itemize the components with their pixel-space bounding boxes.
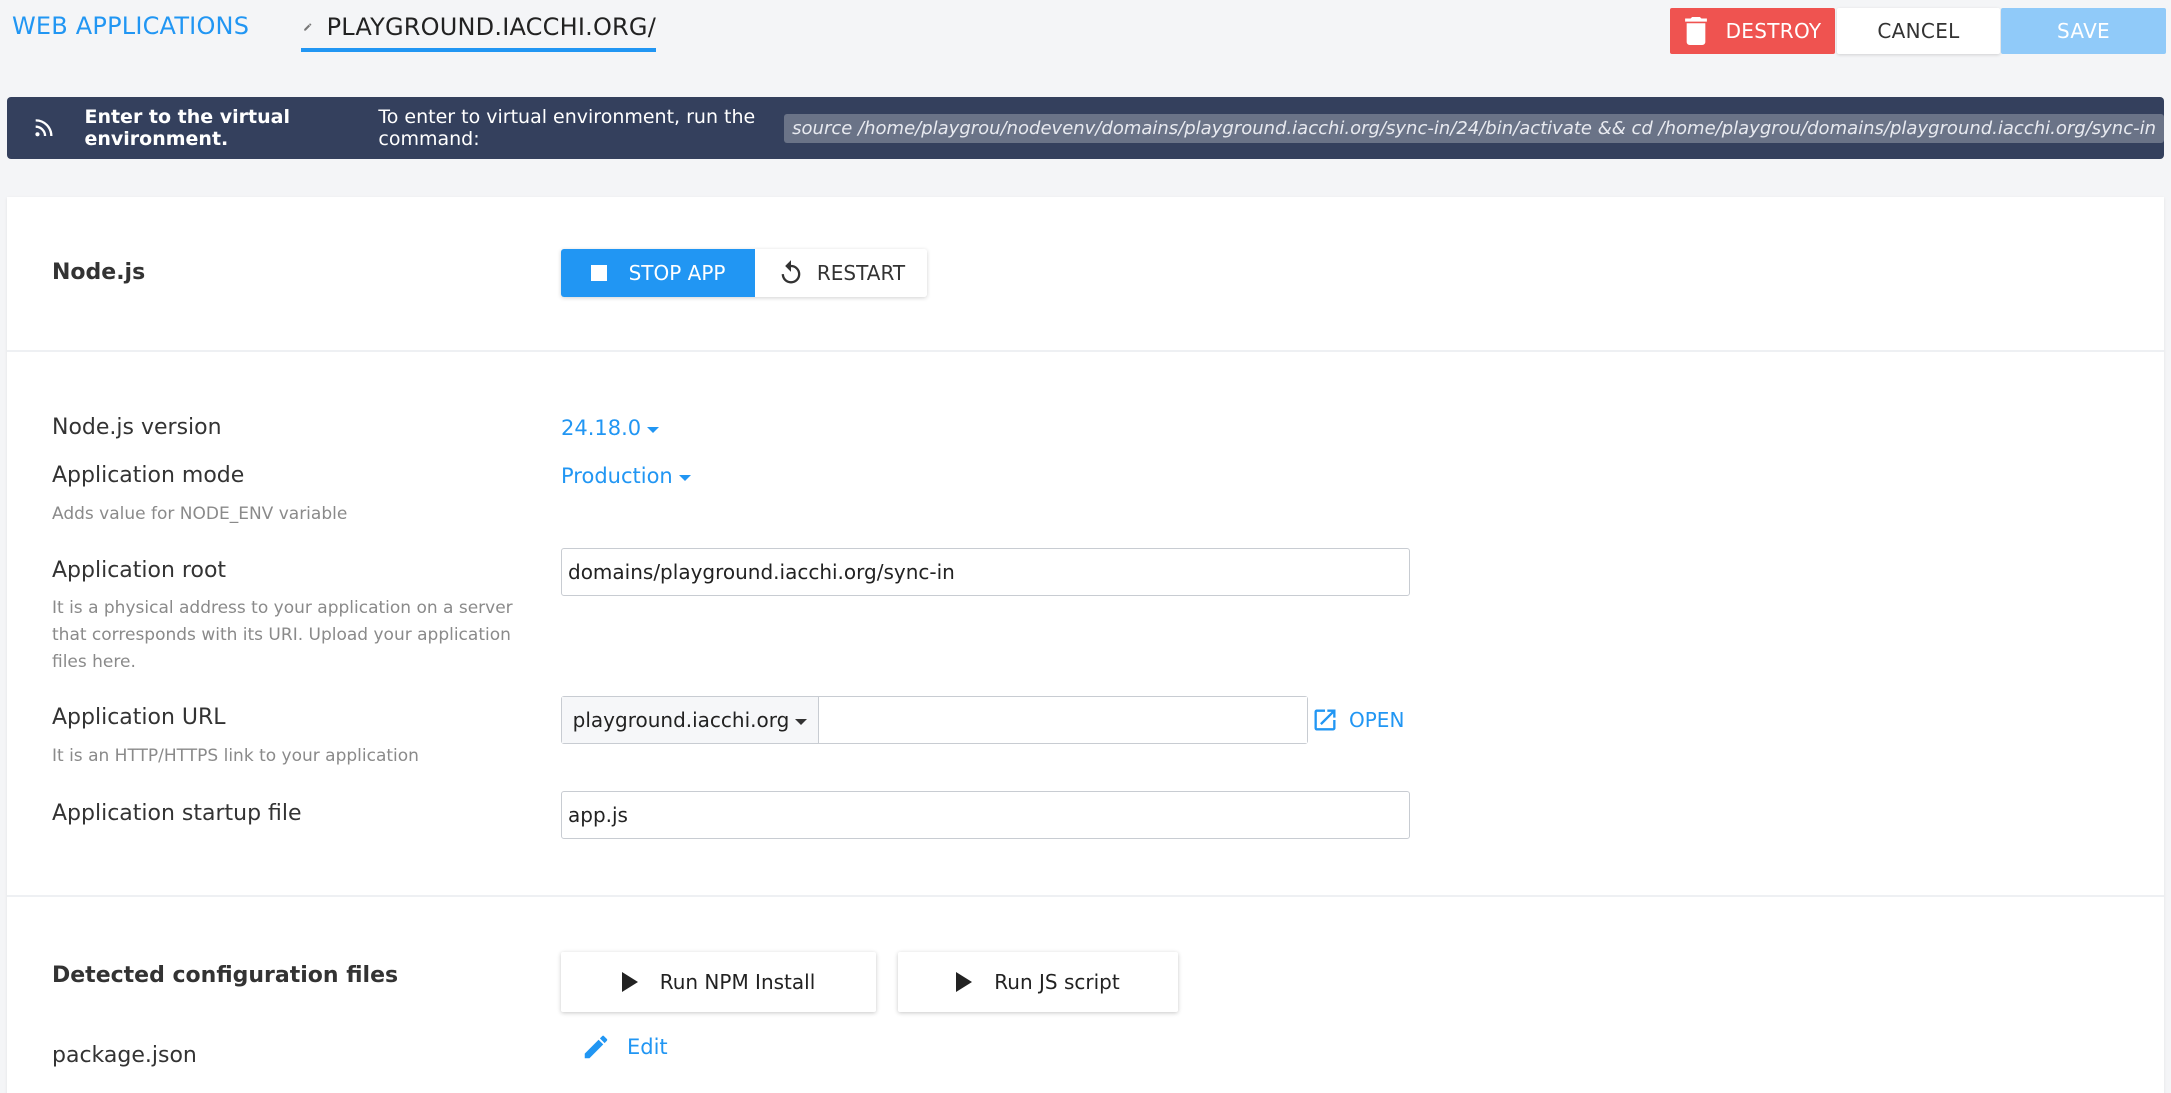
app-title: PLAYGROUND.IACCHI.ORG/ (326, 13, 656, 41)
open-url-link[interactable]: OPEN (1311, 700, 1404, 740)
stop-square-icon (590, 265, 607, 281)
app-root-input[interactable] (561, 548, 1410, 596)
node-version-value: 24.18.0 (561, 416, 642, 440)
app-url-hint: It is an HTTP/HTTPS link to your applica… (52, 746, 419, 766)
destroy-label: DESTROY (1725, 19, 1822, 43)
section-divider (7, 350, 2164, 352)
app-mode-value: Production (561, 464, 673, 488)
save-button[interactable]: SAVE (2001, 8, 2166, 54)
app-title-field[interactable]: PLAYGROUND.IACCHI.ORG/ (301, 6, 656, 52)
virtual-env-banner: Enter to the virtual environment. To ent… (7, 97, 2164, 159)
app-config-card: Node.js STOP APP RESTART Node.js version… (7, 197, 2164, 1093)
restart-icon (781, 260, 801, 284)
restart-button[interactable]: RESTART (755, 249, 927, 297)
stop-app-button[interactable]: STOP APP (561, 249, 755, 297)
chevron-down-icon (678, 474, 691, 481)
page-header: WEB APPLICATIONS PLAYGROUND.IACCHI.ORG/ … (0, 0, 2171, 90)
pencil-icon (304, 23, 312, 31)
config-file-name: package.json (52, 1043, 197, 1068)
chevron-down-icon (647, 426, 660, 433)
node-version-dropdown[interactable]: 24.18.0 (561, 416, 660, 440)
edit-label: Edit (627, 1035, 668, 1059)
stop-app-label: STOP APP (628, 261, 726, 285)
section-divider (7, 895, 2164, 897)
app-control-group: STOP APP RESTART (561, 249, 927, 297)
app-url-label: Application URL (52, 705, 226, 730)
trash-icon (1684, 17, 1707, 45)
open-label: OPEN (1349, 708, 1405, 732)
startup-file-input[interactable] (561, 791, 1410, 839)
url-path-input[interactable] (819, 697, 1307, 743)
banner-title: Enter to the virtual environment. (84, 106, 290, 150)
run-js-script-label: Run JS script (994, 970, 1120, 994)
url-domain-value: playground.iacchi.org (572, 708, 790, 732)
cancel-button[interactable]: CANCEL (1837, 8, 2000, 54)
app-root-label: Application root (52, 558, 227, 583)
play-icon (956, 972, 973, 992)
banner-command[interactable]: source /home/playgrou/nodevenv/domains/p… (784, 113, 2164, 143)
breadcrumb-web-applications[interactable]: WEB APPLICATIONS (12, 12, 249, 40)
edit-package-json-link[interactable]: Edit (581, 1032, 668, 1062)
node-version-label: Node.js version (52, 415, 222, 440)
app-url-field: playground.iacchi.org (561, 696, 1308, 744)
app-mode-label: Application mode (52, 463, 245, 488)
app-mode-dropdown[interactable]: Production (561, 464, 691, 488)
chevron-down-icon (795, 718, 808, 725)
external-link-icon (1314, 709, 1336, 731)
nodejs-section-label: Node.js (52, 260, 146, 285)
banner-text: To enter to virtual environment, run the… (378, 106, 756, 150)
play-icon (621, 972, 638, 992)
restart-label: RESTART (816, 261, 906, 285)
startup-file-label: Application startup file (52, 801, 302, 826)
run-js-script-button[interactable]: Run JS script (898, 952, 1178, 1012)
detected-config-label: Detected configuration files (52, 963, 399, 988)
app-mode-hint: Adds value for NODE_ENV variable (52, 504, 348, 524)
run-npm-install-label: Run NPM Install (659, 970, 816, 994)
app-root-hint: It is a physical address to your applica… (52, 598, 513, 672)
url-domain-dropdown[interactable]: playground.iacchi.org (562, 697, 819, 743)
rss-icon (35, 119, 53, 137)
run-npm-install-button[interactable]: Run NPM Install (561, 952, 876, 1012)
pencil-icon (584, 1035, 608, 1059)
destroy-button[interactable]: DESTROY (1670, 8, 1835, 54)
